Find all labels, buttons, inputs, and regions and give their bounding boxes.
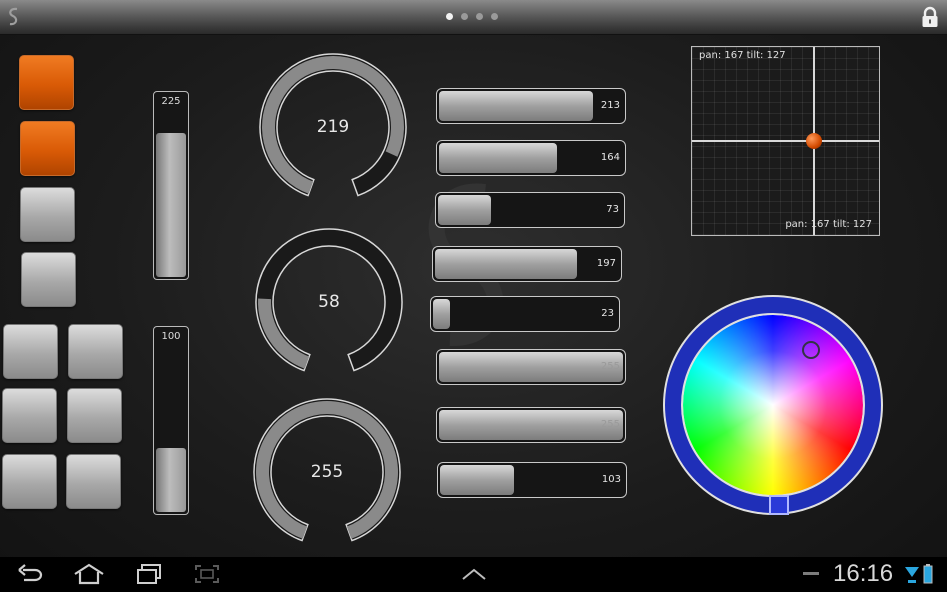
color-wheel-ring-handle[interactable] xyxy=(769,495,789,515)
page-dot-4[interactable] xyxy=(491,13,498,20)
back-icon[interactable] xyxy=(16,564,44,586)
color-wheel[interactable] xyxy=(661,293,885,517)
recent-apps-icon[interactable] xyxy=(135,563,163,585)
vertical-fader-fill xyxy=(156,133,186,277)
wifi-icon xyxy=(905,567,919,583)
horizontal-fader-value: 197 xyxy=(596,258,616,269)
xy-pad[interactable]: pan: 167 tilt: 127 pan: 167 tilt: 127 xyxy=(691,46,880,236)
page-indicator[interactable] xyxy=(446,13,498,20)
vertical-fader-1[interactable]: 225 xyxy=(153,91,189,280)
vertical-fader-value: 100 xyxy=(161,331,181,342)
horizontal-fader-value: 255 xyxy=(600,419,620,430)
horizontal-fader-4[interactable]: 197 xyxy=(432,246,622,282)
button-1[interactable] xyxy=(19,55,74,110)
button-10[interactable] xyxy=(66,454,121,509)
horizontal-fader-fill xyxy=(439,143,557,173)
knob-3[interactable]: 255 xyxy=(252,397,402,547)
battery-icon xyxy=(923,564,933,584)
horizontal-fader-fill xyxy=(439,410,623,440)
knob-value: 58 xyxy=(318,292,340,312)
horizontal-fader-6[interactable]: 255 xyxy=(436,349,626,385)
screenshot-icon[interactable] xyxy=(194,563,220,585)
xy-pad-horizontal-crosshair xyxy=(692,139,879,142)
xy-pad-readout-top: pan: 167 tilt: 127 xyxy=(699,50,786,61)
horizontal-fader-fill xyxy=(440,465,514,495)
knob-1[interactable]: 219 xyxy=(258,52,408,202)
horizontal-fader-fill xyxy=(438,195,491,225)
horizontal-fader-7[interactable]: 255 xyxy=(436,407,626,443)
knob-value: 219 xyxy=(316,117,350,137)
button-5[interactable] xyxy=(3,324,58,379)
horizontal-fader-value: 103 xyxy=(601,474,621,485)
horizontal-fader-8[interactable]: 103 xyxy=(437,462,627,498)
horizontal-fader-1[interactable]: 213 xyxy=(436,88,626,124)
knob-value: 255 xyxy=(310,462,344,482)
horizontal-fader-value: 255 xyxy=(600,361,620,372)
button-4[interactable] xyxy=(21,252,76,307)
horizontal-fader-5[interactable]: 23 xyxy=(430,296,620,332)
xy-pad-puck[interactable] xyxy=(806,132,823,149)
color-wheel-hue-area[interactable] xyxy=(683,315,863,495)
horizontal-fader-fill xyxy=(435,249,577,279)
horizontal-fader-value: 213 xyxy=(600,100,620,111)
horizontal-fader-fill xyxy=(433,299,450,329)
button-2[interactable] xyxy=(20,121,75,176)
button-7[interactable] xyxy=(2,388,57,443)
home-icon[interactable] xyxy=(73,563,105,585)
knob-2[interactable]: 58 xyxy=(254,227,404,377)
horizontal-fader-fill xyxy=(439,91,593,121)
page-dot-1[interactable] xyxy=(446,13,453,20)
page-dot-2[interactable] xyxy=(461,13,468,20)
horizontal-fader-fill xyxy=(439,352,623,382)
chevron-up-icon[interactable] xyxy=(461,567,487,581)
button-6[interactable] xyxy=(68,324,123,379)
xy-pad-readout-bottom: pan: 167 tilt: 127 xyxy=(785,219,872,230)
minimize-icon xyxy=(803,572,819,575)
vertical-fader-2[interactable]: 100 xyxy=(153,326,189,515)
vertical-fader-value: 225 xyxy=(161,96,181,107)
button-3[interactable] xyxy=(20,187,75,242)
button-9[interactable] xyxy=(2,454,57,509)
horizontal-fader-value: 164 xyxy=(600,152,620,163)
system-nav-bar: 16:16 xyxy=(0,557,947,592)
lock-icon[interactable] xyxy=(920,6,940,28)
vertical-fader-fill xyxy=(156,448,186,512)
horizontal-fader-2[interactable]: 164 xyxy=(436,140,626,176)
status-clock: 16:16 xyxy=(833,560,894,587)
horizontal-fader-3[interactable]: 73 xyxy=(435,192,625,228)
app-logo-icon xyxy=(9,7,18,26)
button-8[interactable] xyxy=(67,388,122,443)
horizontal-fader-value: 73 xyxy=(606,204,619,215)
page-dot-3[interactable] xyxy=(476,13,483,20)
horizontal-fader-value: 23 xyxy=(601,308,614,319)
top-bar xyxy=(0,0,947,35)
